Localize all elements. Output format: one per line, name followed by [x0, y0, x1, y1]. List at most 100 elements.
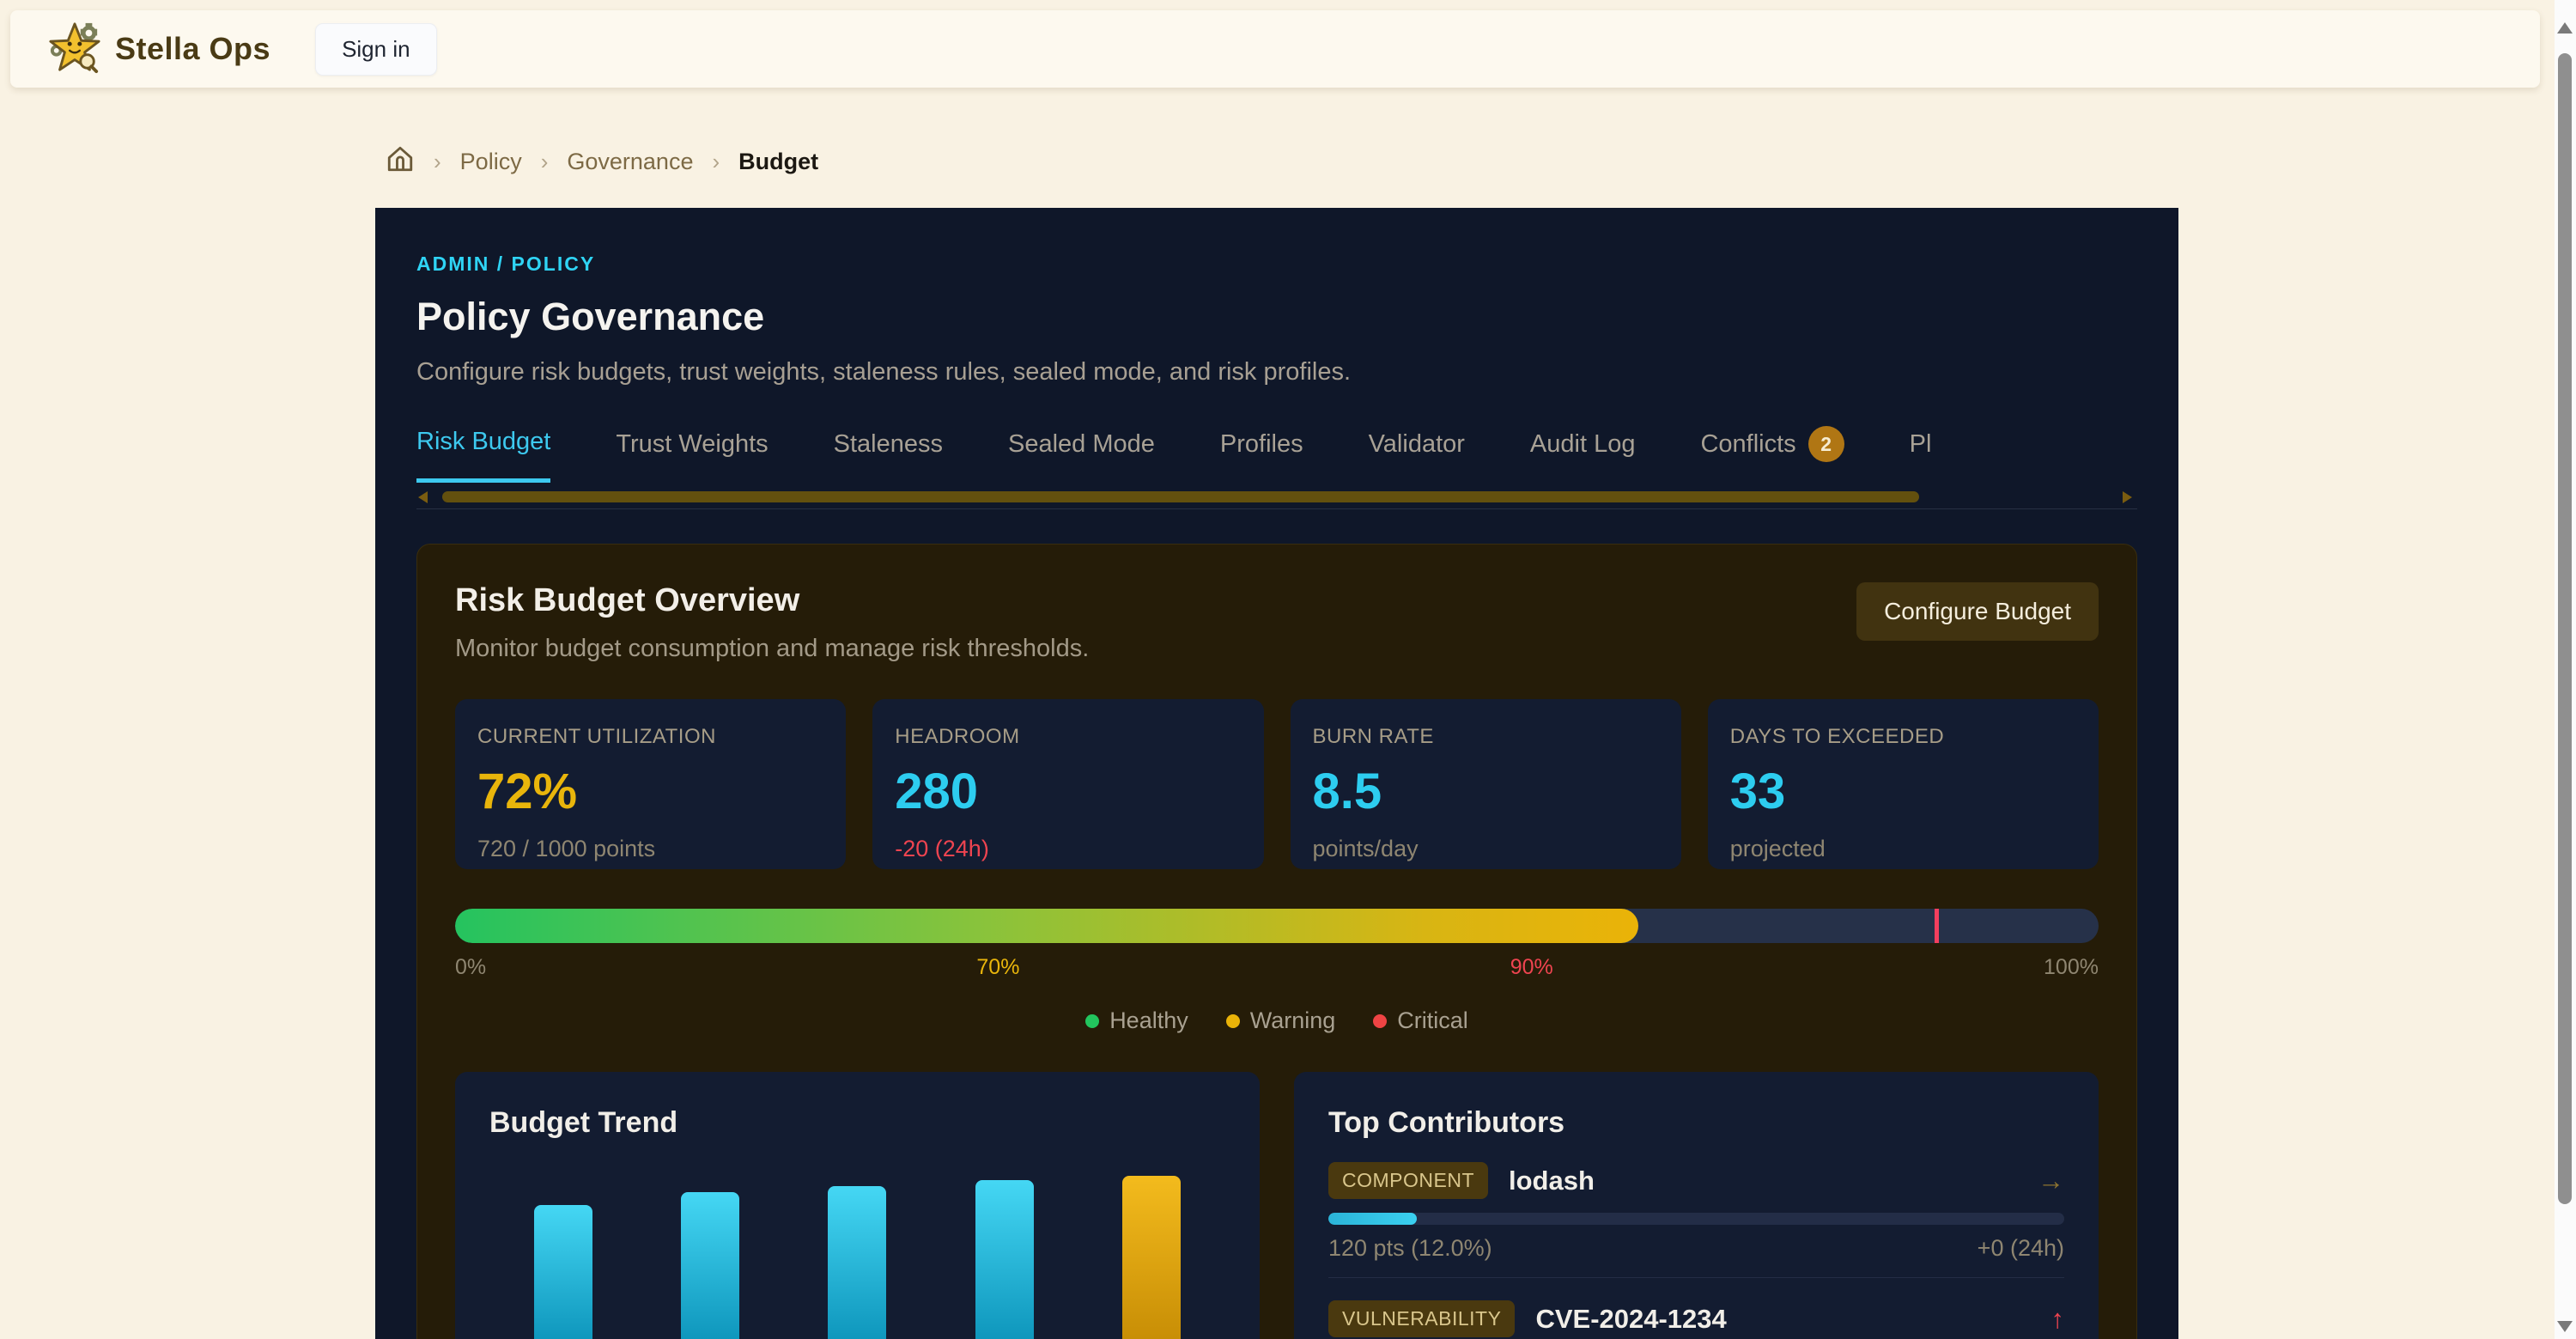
top-bar: Stella Ops Sign in: [10, 10, 2540, 88]
legend-item-healthy: Healthy: [1085, 1007, 1188, 1034]
overview-subtitle: Monitor budget consumption and manage ri…: [455, 635, 1089, 663]
chevron-right-icon: ›: [541, 149, 549, 175]
metric-subtext: projected: [1730, 836, 2076, 862]
tab-label: Profiles: [1220, 430, 1303, 459]
section-eyebrow: ADMIN / POLICY: [416, 253, 2137, 276]
chart-bar: [681, 1192, 739, 1339]
chevron-right-icon: ›: [712, 149, 720, 175]
risk-budget-overview-card: Risk Budget Overview Monitor budget cons…: [416, 544, 2137, 1339]
tab-trust-weights[interactable]: Trust Weights: [616, 426, 768, 483]
scroll-up-icon[interactable]: [2557, 22, 2573, 33]
contributor-type-badge: COMPONENT: [1328, 1162, 1488, 1199]
brand[interactable]: Stella Ops: [48, 21, 270, 78]
metric-cards: CURRENT UTILIZATION 72% 720 / 1000 points H…: [455, 699, 2099, 869]
contributor-row[interactable]: COMPONENT lodash → 120 pts (12.0%) +0 (2…: [1328, 1162, 2064, 1278]
metric-label: CURRENT UTILIZATION: [477, 725, 823, 749]
metric-label: HEADROOM: [895, 725, 1241, 749]
tab-label: Conflicts: [1700, 430, 1795, 459]
tab-validator[interactable]: Validator: [1369, 426, 1465, 483]
chart-bar-group: 12/15: [805, 1186, 908, 1339]
page-subtitle: Configure risk budgets, trust weights, s…: [416, 358, 2137, 386]
scroll-left-icon[interactable]: [418, 491, 428, 503]
chart-bar: [1122, 1176, 1181, 1339]
metric-subtext: 720 / 1000 points: [477, 836, 823, 862]
page-title: Policy Governance: [416, 295, 2137, 339]
utilization-bar: [455, 909, 2099, 943]
tabs-divider: [416, 508, 2137, 509]
sign-in-button[interactable]: Sign in: [315, 23, 437, 76]
metric-card-burn-rate: BURN RATE 8.5 points/day: [1291, 699, 1681, 869]
metric-subtext: points/day: [1313, 836, 1659, 862]
vertical-scrollbar[interactable]: [2555, 0, 2576, 1339]
metric-value: 33: [1730, 763, 2076, 820]
tab-label: Sealed Mode: [1008, 430, 1155, 459]
critical-threshold-marker: [1935, 909, 1939, 943]
metric-value: 8.5: [1313, 763, 1659, 820]
legend-label: Warning: [1250, 1007, 1336, 1034]
chart-bar: [828, 1186, 886, 1339]
top-contributors-title: Top Contributors: [1328, 1106, 2064, 1140]
metric-label: BURN RATE: [1313, 725, 1659, 749]
breadcrumb-link-governance[interactable]: Governance: [567, 149, 693, 175]
utilization-section: 0%70%90%100% HealthyWarningCritical: [455, 909, 2099, 1034]
chevron-right-icon: ›: [434, 149, 441, 175]
tab-profiles[interactable]: Profiles: [1220, 426, 1303, 483]
tab-label: Staleness: [834, 430, 943, 459]
conflicts-count-badge: 2: [1808, 426, 1844, 462]
contributor-name: CVE-2024-1234: [1535, 1304, 1726, 1335]
chart-bar-group: 12/1: [512, 1205, 615, 1339]
contributor-delta: +0 (24h): [1978, 1235, 2064, 1262]
tab-label: Trust Weights: [616, 430, 768, 459]
warning-dot-icon: [1226, 1014, 1240, 1028]
chart-bar: [975, 1180, 1034, 1339]
tab-label: Audit Log: [1530, 430, 1636, 459]
legend-label: Critical: [1397, 1007, 1468, 1034]
scroll-right-icon[interactable]: [2123, 491, 2132, 503]
overview-title: Risk Budget Overview: [455, 582, 1089, 619]
metric-label: DAYS TO EXCEEDED: [1730, 725, 2076, 749]
chart-bar-group: 12/29: [1100, 1176, 1203, 1339]
metric-value: 280: [895, 763, 1241, 820]
tab-pl[interactable]: Pl: [1910, 426, 1932, 483]
chart-bar-group: 12/8: [659, 1192, 762, 1339]
utilization-legend: Healthy Warning Critical: [455, 1007, 2099, 1034]
metric-card-headroom: HEADROOM280-20 (24h): [872, 699, 1263, 869]
breadcrumb-link-policy[interactable]: Policy: [460, 149, 522, 175]
brand-title: Stella Ops: [115, 31, 270, 67]
tabs-scrollbar-thumb[interactable]: [442, 491, 1919, 502]
contributor-points: 120 pts (12.0%): [1328, 1235, 1492, 1262]
tabs-horizontal-scrollbar[interactable]: [416, 490, 2137, 505]
tab-sealed-mode[interactable]: Sealed Mode: [1008, 426, 1155, 483]
top-contributors-card: Top Contributors COMPONENT lodash → 120 …: [1294, 1072, 2099, 1339]
star-mascot-icon: [48, 21, 101, 78]
contributor-bar: [1328, 1213, 2064, 1225]
tab-label: Risk Budget: [416, 428, 550, 456]
budget-trend-card: Budget Trend 12/112/812/1512/2212/29: [455, 1072, 1260, 1339]
arrow-right-icon: →: [2038, 1166, 2064, 1196]
contributor-row[interactable]: VULNERABILITY CVE-2024-1234 ↑ 95 pts (9.…: [1328, 1300, 2064, 1339]
chart-bar-group: 12/22: [953, 1180, 1056, 1339]
configure-budget-button[interactable]: Configure Budget: [1856, 582, 2099, 641]
vertical-scrollbar-thumb[interactable]: [2558, 53, 2572, 1204]
metric-value: 72%: [477, 763, 823, 820]
policy-governance-panel: ADMIN / POLICY Policy Governance Configu…: [375, 208, 2178, 1339]
tab-staleness[interactable]: Staleness: [834, 426, 943, 483]
critical-dot-icon: [1373, 1014, 1387, 1028]
tab-label: Validator: [1369, 430, 1465, 459]
scale-label: 90%: [1510, 955, 1553, 980]
legend-item-warning: Warning: [1226, 1007, 1336, 1034]
tab-audit-log[interactable]: Audit Log: [1530, 426, 1636, 483]
tab-risk-budget[interactable]: Risk Budget: [416, 426, 550, 483]
metric-card-days-to-exceeded: DAYS TO EXCEEDED 33 projected: [1708, 699, 2099, 869]
scroll-down-icon[interactable]: [2557, 1321, 2573, 1332]
home-icon[interactable]: [386, 144, 415, 180]
breadcrumb-current: Budget: [738, 149, 818, 175]
scale-label: 100%: [2044, 955, 2099, 980]
tab-conflicts[interactable]: Conflicts 2: [1700, 426, 1844, 483]
legend-item-critical: Critical: [1373, 1007, 1468, 1034]
page-background: Stella Ops Sign in › Policy › Governance…: [0, 0, 2555, 1339]
metric-card-current-utilization: CURRENT UTILIZATION 72% 720 / 1000 points: [455, 699, 846, 869]
contributor-type-badge: VULNERABILITY: [1328, 1300, 1515, 1337]
utilization-fill: [455, 909, 1638, 943]
chart-bar: [534, 1205, 592, 1339]
